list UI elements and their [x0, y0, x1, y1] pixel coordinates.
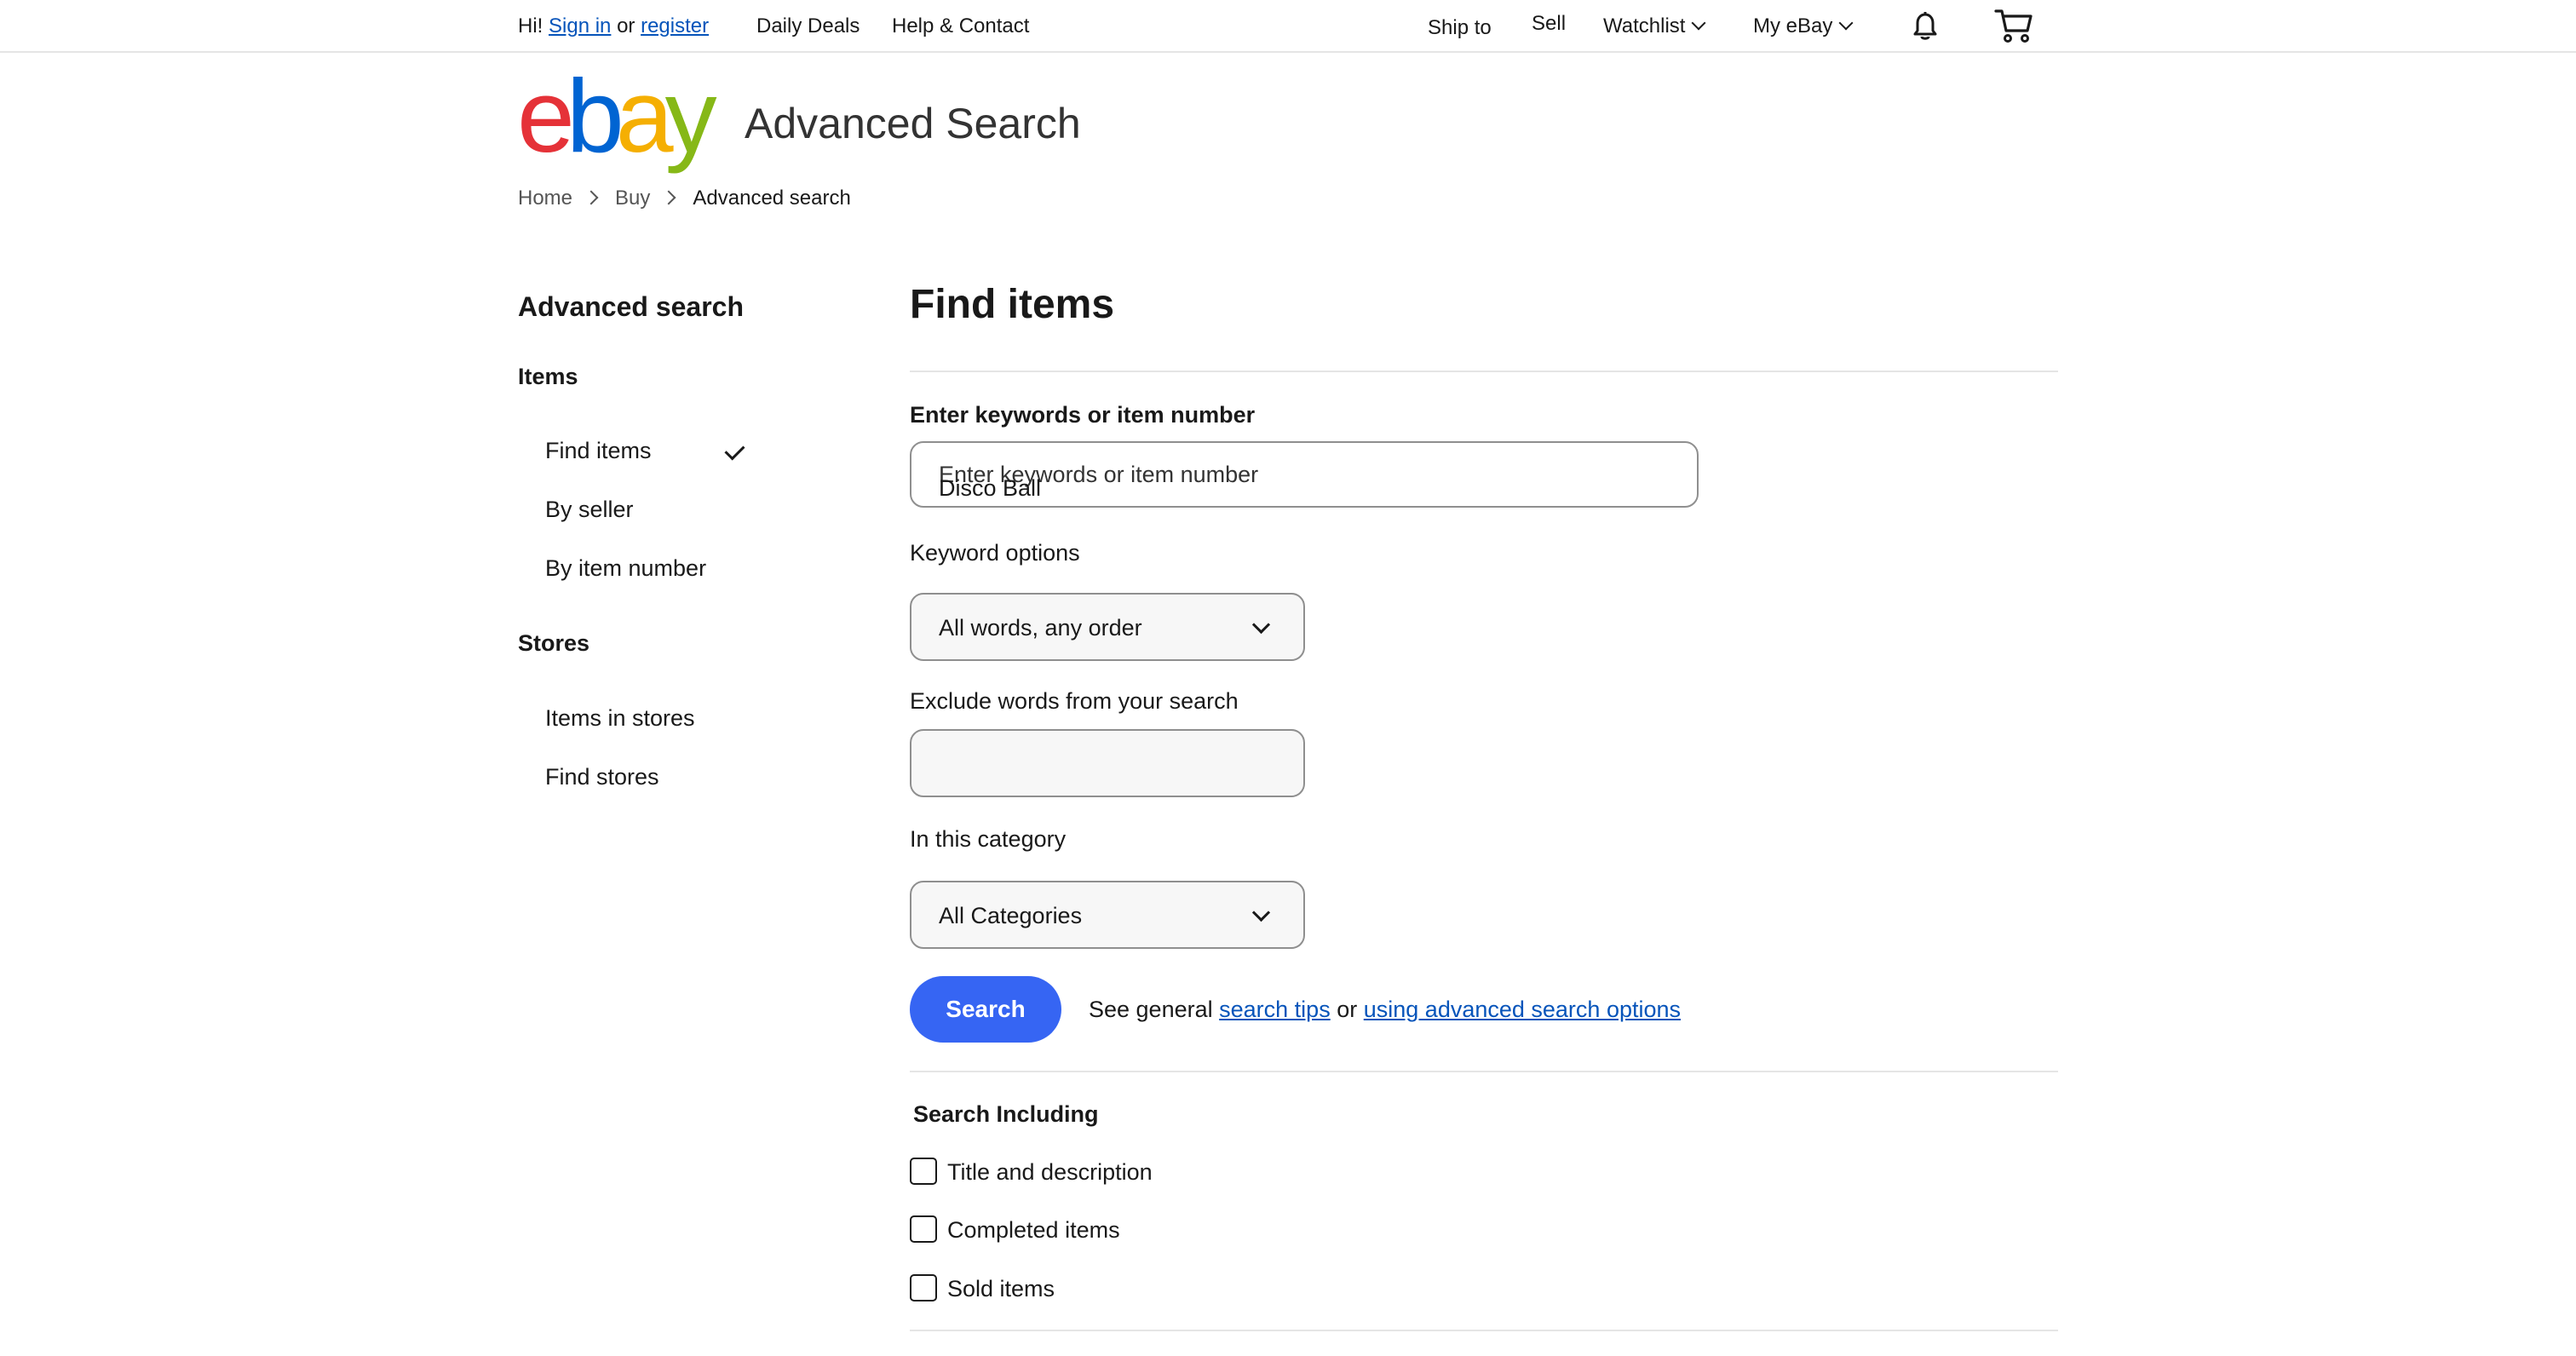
chevron-right-icon — [584, 190, 599, 205]
sidebar-item-find-items[interactable]: Find items — [545, 436, 652, 465]
keywords-label: Enter keywords or item number — [910, 402, 1256, 428]
checkbox-label: Sold items — [947, 1276, 1055, 1301]
sidebar-heading-items: Items — [518, 364, 578, 389]
sidebar-item-find-stores[interactable]: Find stores — [545, 762, 659, 791]
sidebar-item-by-seller[interactable]: By seller — [545, 495, 634, 524]
chevron-down-icon — [1838, 15, 1854, 31]
checkbox-label: Title and description — [947, 1159, 1153, 1185]
keyword-options-select[interactable]: All words, any order — [910, 593, 1305, 661]
checkbox-box[interactable] — [910, 1157, 937, 1185]
search-button[interactable]: Search — [910, 976, 1061, 1043]
sidebar-item-by-item-number[interactable]: By item number — [545, 554, 706, 583]
greeting-text: Hi! — [518, 14, 543, 37]
search-tips-text: See general search tips or using advance… — [1089, 995, 1681, 1024]
logo-letter-e: e — [517, 58, 575, 174]
cart-icon[interactable] — [1993, 7, 2034, 44]
bell-icon[interactable] — [1908, 9, 1942, 43]
divider — [910, 371, 2058, 372]
sidebar-heading-stores: Stores — [518, 630, 590, 656]
my-ebay-label: My eBay — [1753, 14, 1833, 37]
divider — [910, 1071, 2058, 1072]
ebay-logo[interactable]: ebay — [517, 58, 717, 174]
greeting: Hi! Sign in or register — [518, 14, 709, 39]
tips-or: or — [1337, 997, 1358, 1022]
breadcrumb-home[interactable]: Home — [518, 185, 572, 212]
exclude-words-input[interactable] — [910, 729, 1305, 797]
register-link[interactable]: register — [641, 14, 709, 37]
sidebar-title: Advanced search — [518, 291, 745, 322]
top-nav: Hi! Sign in or register Daily Deals Help… — [0, 0, 2576, 53]
search-tips-link[interactable]: search tips — [1219, 997, 1331, 1022]
watchlist-label: Watchlist — [1603, 14, 1686, 37]
keywords-input[interactable]: Enter keywords or item number Disco Ball — [910, 441, 1699, 508]
or-text: or — [617, 14, 635, 37]
page-title: Find items — [910, 282, 1115, 327]
checkbox-completed-items[interactable]: Completed items — [910, 1215, 1120, 1245]
watchlist-menu[interactable]: Watchlist — [1603, 14, 1706, 39]
sidebar-item-items-in-stores[interactable]: Items in stores — [545, 704, 695, 733]
checkbox-label: Completed items — [947, 1217, 1120, 1243]
chevron-down-icon — [1251, 903, 1271, 922]
logo-letter-y: y — [664, 58, 717, 174]
logo-letter-a: a — [615, 58, 674, 174]
page-header-title: Advanced Search — [745, 100, 1081, 147]
checkmark-icon — [724, 440, 745, 461]
breadcrumb-buy[interactable]: Buy — [615, 185, 650, 212]
category-value: All Categories — [939, 903, 1083, 928]
keyword-options-value: All words, any order — [939, 615, 1142, 641]
chevron-right-icon — [661, 190, 676, 205]
ship-to-button[interactable]: Ship to — [1428, 15, 1492, 41]
sign-in-link[interactable]: Sign in — [549, 14, 611, 37]
checkbox-box[interactable] — [910, 1273, 937, 1301]
tips-prefix: See general — [1089, 997, 1213, 1022]
my-ebay-menu[interactable]: My eBay — [1753, 14, 1854, 39]
chevron-down-icon — [1691, 15, 1706, 31]
category-label: In this category — [910, 826, 1067, 852]
checkbox-box[interactable] — [910, 1215, 937, 1243]
breadcrumb: Home Buy Advanced search — [518, 184, 851, 212]
sell-link[interactable]: Sell — [1532, 11, 1566, 37]
search-including-heading: Search Including — [913, 1101, 1099, 1127]
chevron-down-icon — [1251, 615, 1271, 635]
advanced-options-link[interactable]: using advanced search options — [1364, 997, 1681, 1022]
daily-deals-link[interactable]: Daily Deals — [756, 14, 860, 39]
keyword-options-label: Keyword options — [910, 540, 1080, 566]
checkbox-title-description[interactable]: Title and description — [910, 1157, 1153, 1187]
keywords-value: Disco Ball — [939, 475, 1042, 501]
logo-letter-b: b — [566, 58, 624, 174]
exclude-words-label: Exclude words from your search — [910, 688, 1239, 714]
breadcrumb-current: Advanced search — [693, 186, 851, 210]
help-contact-link[interactable]: Help & Contact — [892, 14, 1029, 39]
divider — [910, 1330, 2058, 1331]
checkbox-sold-items[interactable]: Sold items — [910, 1273, 1055, 1304]
category-select[interactable]: All Categories — [910, 881, 1305, 949]
